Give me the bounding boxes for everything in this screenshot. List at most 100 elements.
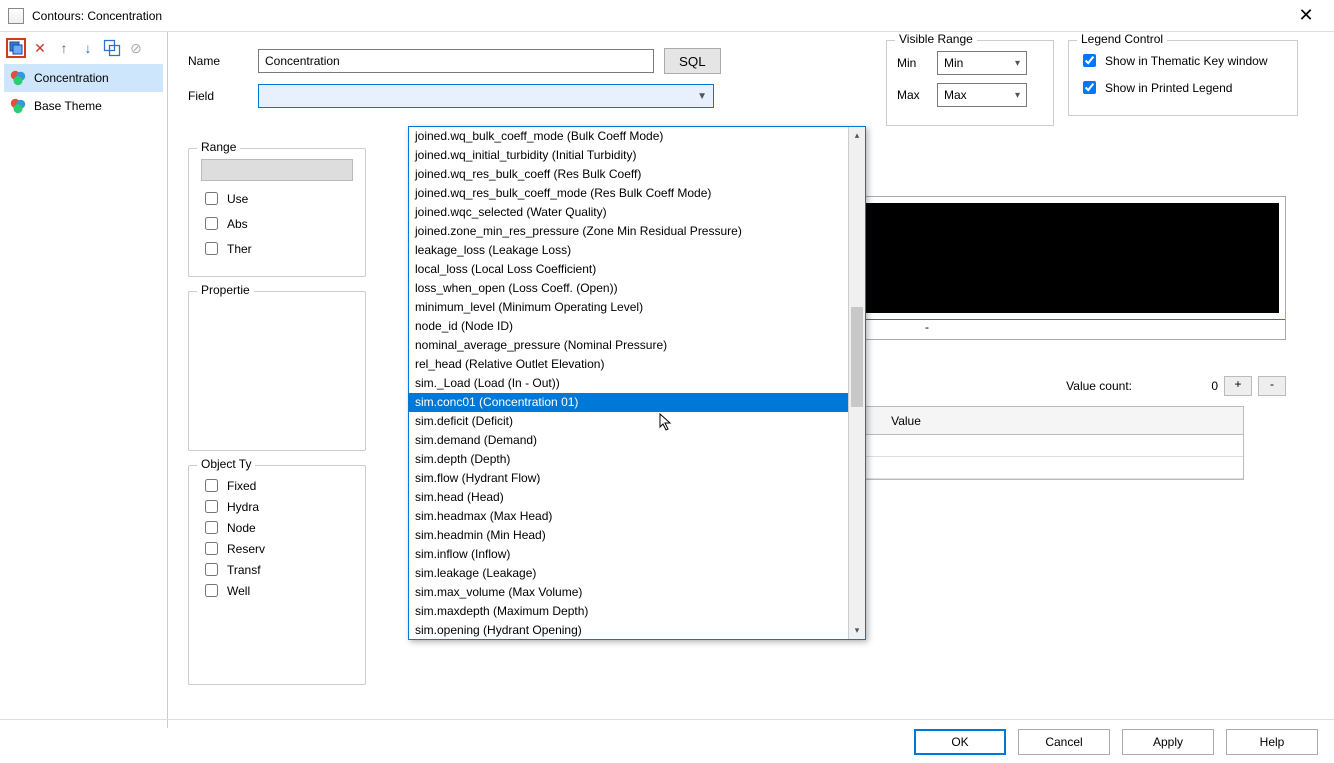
down-arrow-icon[interactable]: ↓ (78, 38, 98, 58)
dropdown-item[interactable]: sim.head (Head) (409, 488, 848, 507)
dropdown-item[interactable]: local_loss (Local Loss Coefficient) (409, 260, 848, 279)
sidebar-item-base-theme[interactable]: Base Theme (4, 92, 163, 120)
dropdown-item[interactable]: sim.deficit (Deficit) (409, 412, 848, 431)
scroll-up-icon[interactable]: ▴ (849, 127, 865, 144)
chevron-down-icon: ▾ (1009, 90, 1020, 101)
object-type-label: Hydra (227, 500, 259, 514)
object-type-label: Node (227, 521, 256, 535)
dropdown-item[interactable]: joined.wq_bulk_coeff_mode (Bulk Coeff Mo… (409, 127, 848, 146)
sidebar-toolbar: ✕ ↑ ↓ ⊘ (4, 36, 163, 60)
apply-button[interactable]: Apply (1122, 729, 1214, 755)
dropdown-item[interactable]: sim.flow (Hydrant Flow) (409, 469, 848, 488)
scroll-thumb[interactable] (851, 307, 863, 407)
dropdown-item[interactable]: joined.wq_initial_turbidity (Initial Tur… (409, 146, 848, 165)
show-printed-checkbox[interactable] (1083, 81, 1096, 94)
legend-control-group: Legend Control Show in Thematic Key wind… (1068, 40, 1298, 116)
ther-checkbox[interactable] (205, 242, 218, 255)
sql-button[interactable]: SQL (664, 48, 721, 74)
main-panel: Name SQL Field ▼ Visible Range Min Min ▾… (168, 32, 1334, 728)
range-group: Range Use Abs Ther (188, 148, 366, 277)
sidebar-item-concentration[interactable]: Concentration (4, 64, 163, 92)
dropdown-item[interactable]: minimum_level (Minimum Operating Level) (409, 298, 848, 317)
range-color-button[interactable] (201, 159, 353, 181)
dropdown-item[interactable]: sim.opening (Hydrant Opening) (409, 621, 848, 639)
object-type-checkbox[interactable] (205, 584, 218, 597)
dropdown-item[interactable]: sim.depth (Depth) (409, 450, 848, 469)
name-label: Name (188, 54, 248, 68)
object-type-row: Reserv (201, 539, 353, 558)
checkbox-label: Show in Printed Legend (1105, 81, 1232, 95)
group-title: Object Ty (197, 457, 255, 471)
dropdown-item[interactable]: sim.maxdepth (Maximum Depth) (409, 602, 848, 621)
delete-icon[interactable]: ✕ (30, 38, 50, 58)
value-minus-button[interactable]: - (1258, 376, 1286, 396)
dropdown-scrollbar[interactable]: ▴ ▾ (848, 127, 865, 639)
dropdown-item[interactable]: joined.wq_res_bulk_coeff (Res Bulk Coeff… (409, 165, 848, 184)
dropdown-item[interactable]: nominal_average_pressure (Nominal Pressu… (409, 336, 848, 355)
abs-checkbox[interactable] (205, 217, 218, 230)
object-type-group: Object Ty FixedHydraNodeReservTransfWell (188, 465, 366, 685)
dropdown-item[interactable]: sim.headmin (Min Head) (409, 526, 848, 545)
dropdown-item[interactable]: rel_head (Relative Outlet Elevation) (409, 355, 848, 374)
dropdown-item[interactable]: sim.demand (Demand) (409, 431, 848, 450)
field-label: Field (188, 89, 248, 103)
dropdown-item[interactable]: sim._Load (Load (In - Out)) (409, 374, 848, 393)
group-title: Propertie (197, 283, 254, 297)
dropdown-item[interactable]: node_id (Node ID) (409, 317, 848, 336)
name-input[interactable] (258, 49, 654, 73)
up-arrow-icon[interactable]: ↑ (54, 38, 74, 58)
dropdown-item[interactable]: joined.zone_min_res_pressure (Zone Min R… (409, 222, 848, 241)
group-title: Range (197, 140, 240, 154)
object-type-checkbox[interactable] (205, 563, 218, 576)
min-combo[interactable]: Min ▾ (937, 51, 1027, 75)
theme-icon (8, 68, 28, 88)
dropdown-item[interactable]: loss_when_open (Loss Coeff. (Open)) (409, 279, 848, 298)
value-count-label: Value count: (1066, 379, 1132, 393)
object-type-row: Hydra (201, 497, 353, 516)
object-type-row: Transf (201, 560, 353, 579)
show-thematic-checkbox[interactable] (1083, 54, 1096, 67)
chevron-down-icon: ▾ (1009, 58, 1020, 69)
object-type-row: Fixed (201, 476, 353, 495)
dropdown-item[interactable]: joined.wq_res_bulk_coeff_mode (Res Bulk … (409, 184, 848, 203)
value-plus-button[interactable]: + (1224, 376, 1252, 396)
max-combo[interactable]: Max ▾ (937, 83, 1027, 107)
sidebar: ✕ ↑ ↓ ⊘ Concentration Base Theme (0, 32, 168, 728)
cancel-button[interactable]: Cancel (1018, 729, 1110, 755)
object-type-label: Reserv (227, 542, 265, 556)
group-title: Visible Range (895, 32, 977, 46)
sidebar-item-label: Base Theme (34, 99, 102, 113)
object-type-checkbox[interactable] (205, 500, 218, 513)
object-type-checkbox[interactable] (205, 521, 218, 534)
visible-range-group: Visible Range Min Min ▾ Max Max ▾ (886, 40, 1054, 126)
field-combo[interactable]: ▼ (258, 84, 714, 108)
title-bar: Contours: Concentration ✕ (0, 0, 1334, 32)
object-type-checkbox[interactable] (205, 479, 218, 492)
properties-group: Propertie (188, 291, 366, 451)
dropdown-item[interactable]: joined.wqc_selected (Water Quality) (409, 203, 848, 222)
sidebar-item-label: Concentration (34, 71, 109, 85)
theme-icon (8, 96, 28, 116)
close-icon[interactable]: ✕ (1286, 5, 1326, 26)
min-label: Min (897, 56, 927, 70)
copy-icon[interactable] (102, 38, 122, 58)
checkbox-label: Show in Thematic Key window (1105, 54, 1268, 68)
dropdown-item[interactable]: sim.max_volume (Max Volume) (409, 583, 848, 602)
new-layer-icon[interactable] (6, 38, 26, 58)
dropdown-item[interactable]: sim.leakage (Leakage) (409, 564, 848, 583)
dropdown-item[interactable]: sim.headmax (Max Head) (409, 507, 848, 526)
help-button[interactable]: Help (1226, 729, 1318, 755)
disable-icon[interactable]: ⊘ (126, 38, 146, 58)
use-checkbox[interactable] (205, 192, 218, 205)
max-label: Max (897, 88, 927, 102)
object-type-row: Well (201, 581, 353, 600)
value-count-value: 0 (1138, 379, 1218, 393)
app-icon (8, 8, 24, 24)
ok-button[interactable]: OK (914, 729, 1006, 755)
dropdown-item[interactable]: sim.inflow (Inflow) (409, 545, 848, 564)
chevron-down-icon: ▼ (691, 91, 707, 102)
scroll-down-icon[interactable]: ▾ (849, 622, 865, 639)
dropdown-item[interactable]: sim.conc01 (Concentration 01) (409, 393, 848, 412)
object-type-checkbox[interactable] (205, 542, 218, 555)
dropdown-item[interactable]: leakage_loss (Leakage Loss) (409, 241, 848, 260)
